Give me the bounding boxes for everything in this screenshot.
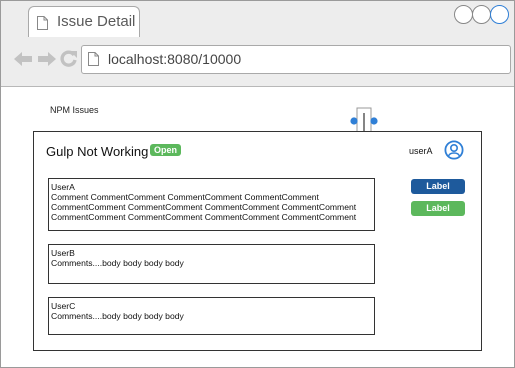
comment-author: UserC [51,301,76,311]
comment-box: UserC Comments....body body body body [48,297,375,335]
comment-body: Comments....body body body body [51,258,184,268]
user-name[interactable]: userA [409,146,433,156]
browser-chrome: Issue Detail localhost:8080/10000 [1,1,514,87]
window-control-button[interactable] [454,5,473,24]
issue-panel: Gulp Not Working Open userA UserA Commen… [33,131,482,351]
address-bar[interactable]: localhost:8080/10000 [81,45,511,74]
browser-tab[interactable]: Issue Detail [28,6,140,37]
comment-box: UserB Comments....body body body body [48,244,375,284]
document-icon [37,16,48,30]
page-title: NPM Issues [50,105,99,115]
status-badge: Open [150,144,182,156]
label-badge-green[interactable]: Label [411,201,465,216]
user-avatar-icon[interactable] [444,140,464,160]
page-content: NPM Issues Gulp Not Working Open userA U… [1,87,514,367]
forward-arrow-icon[interactable] [37,50,57,68]
comment-box: UserA Comment CommentComment CommentComm… [48,178,375,231]
document-icon [88,52,99,66]
window-control-button[interactable] [472,5,491,24]
comment-body: Comments....body body body body [51,311,184,321]
comment-author: UserA [51,182,75,192]
back-arrow-icon[interactable] [13,50,33,68]
tab-title: Issue Detail [57,13,136,30]
window-controls [452,3,514,24]
label-badge-blue[interactable]: Label [411,179,465,194]
browser-window: Issue Detail localhost:8080/10000 NPM Is… [0,0,515,368]
reload-icon[interactable] [60,50,78,68]
issue-title: Gulp Not Working [46,144,149,159]
url-text: localhost:8080/10000 [108,51,242,67]
comment-body: Comment CommentComment CommentComment Co… [51,192,357,222]
comment-author: UserB [51,248,75,258]
window-control-button[interactable] [490,5,509,24]
